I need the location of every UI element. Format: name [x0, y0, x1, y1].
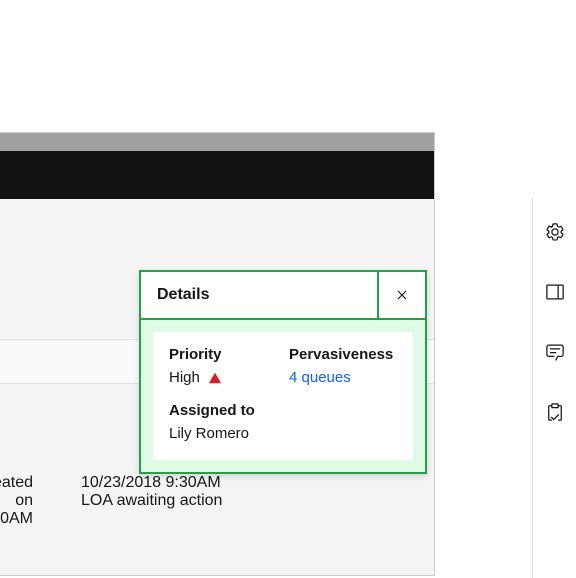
- timestamp-text: 10/23/2018 9:30AM: [81, 474, 434, 492]
- created-time-fragment: :30AM: [0, 510, 33, 528]
- priority-value: High: [169, 369, 277, 386]
- side-panel-icon[interactable]: [545, 282, 565, 302]
- assigned-to-label: Assigned to: [169, 402, 397, 419]
- created-on-text: on: [0, 492, 33, 510]
- close-icon: [393, 286, 411, 304]
- table-row[interactable]: created on :30AM 10/23/2018 9:30AM LOA a…: [0, 464, 434, 538]
- popover-header: Details: [141, 272, 425, 320]
- window-titlebar: [0, 133, 434, 151]
- table-cell: 10/23/2018 9:30AM LOA awaiting action: [81, 474, 434, 528]
- assigned-to-group: Assigned to Lily Romero: [169, 402, 397, 442]
- assigned-to-value: Lily Romero: [169, 425, 397, 442]
- app-header: [0, 151, 434, 199]
- details-popover: Details Priority High: [139, 270, 427, 474]
- priority-text: High: [169, 369, 200, 386]
- pervasiveness-link[interactable]: 4 queues: [289, 369, 397, 386]
- created-label: created: [0, 474, 33, 492]
- status-text: LOA awaiting action: [81, 492, 434, 510]
- priority-group: Priority High: [169, 346, 277, 386]
- table-cell: created on :30AM: [0, 474, 41, 528]
- task-checklist-icon[interactable]: [545, 402, 565, 422]
- popover-body: Priority High Pervasiveness 4 queues Ass…: [153, 332, 413, 460]
- popover-title: Details: [141, 272, 377, 318]
- settings-icon[interactable]: [545, 222, 565, 242]
- high-priority-icon: [208, 371, 222, 385]
- priority-label: Priority: [169, 346, 277, 363]
- pervasiveness-label: Pervasiveness: [289, 346, 397, 363]
- popover-body-highlight: Priority High Pervasiveness 4 queues Ass…: [141, 320, 425, 472]
- close-button[interactable]: [377, 272, 425, 318]
- pervasiveness-group: Pervasiveness 4 queues: [289, 346, 397, 386]
- right-icon-rail: [532, 198, 576, 578]
- chat-icon[interactable]: [545, 342, 565, 362]
